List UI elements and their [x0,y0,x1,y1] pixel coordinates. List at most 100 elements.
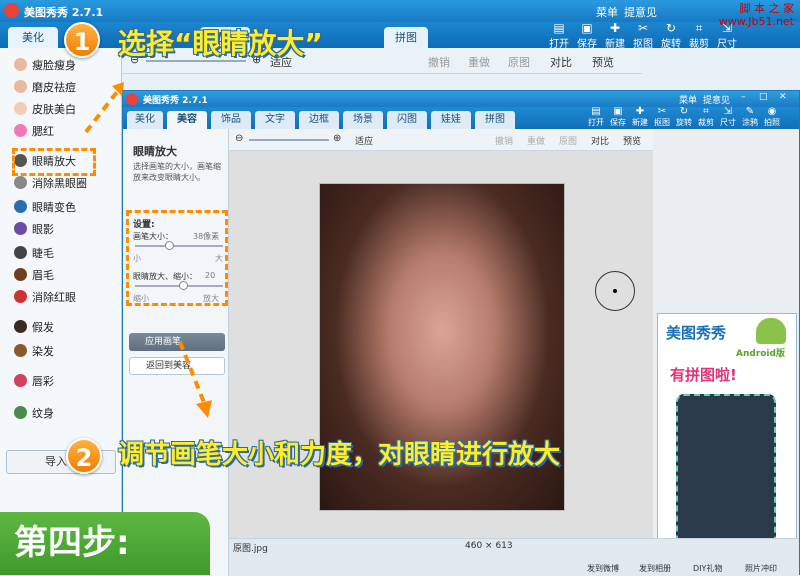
inner-compare-button[interactable]: 对比 [591,134,609,147]
outer-tab-collage[interactable]: 拼图 [384,27,428,48]
left-item-lashes[interactable]: 睫毛 [14,244,54,264]
eye-icon [14,176,27,189]
tab-doll[interactable]: 娃娃 [431,111,471,129]
outer-save-button[interactable]: ▣ 保存 [572,21,602,51]
eye-icon [14,200,27,213]
rotate-icon: ↻ [679,106,689,117]
diy-gift-button[interactable]: DIY礼物 [693,563,722,574]
outer-tab-beautify[interactable]: 美化 [8,27,58,48]
left-item-eyeshadow[interactable]: 眼影 [14,220,54,240]
inner-feedback[interactable]: 提意见 [703,93,730,106]
left-item-blush[interactable]: 腮红 [14,122,54,142]
left-item-brows[interactable]: 眉毛 [14,266,54,286]
step1-caption: 选择“眼睛放大” [118,27,323,60]
brow-icon [14,268,27,281]
rotate-icon: ↻ [665,21,677,35]
outer-title-bar: 美图秀秀 2.7.1 菜单 提意见 [0,0,800,22]
folder-icon: ▤ [591,106,601,117]
inner-save-button[interactable]: ▣ 保存 [607,107,629,128]
image-dimensions: 460 × 613 [465,541,513,551]
app-logo-icon [4,3,19,18]
left-item-wig[interactable]: 假发 [14,318,54,338]
tab-collage[interactable]: 拼图 [475,111,515,129]
close-icon[interactable]: ✕ [779,92,787,102]
outer-rotate-button[interactable]: ↻ 旋转 [656,21,686,51]
eye-icon [14,222,27,235]
tab-flash[interactable]: 闪图 [387,111,427,129]
inner-edit-toolbar: ⊖ ⊕ 适应 撤销 重做 原图 对比 预览 [229,129,653,151]
left-item-tattoo[interactable]: 纹身 [14,404,54,424]
step2-number: 2 [66,438,102,474]
image-canvas[interactable] [229,151,653,576]
outer-open-button[interactable]: ▤ 打开 [544,21,574,51]
inner-rotate-button[interactable]: ↻ 旋转 [673,107,695,128]
outer-redo-button[interactable]: 重做 [468,54,490,70]
outer-compare-button[interactable]: 对比 [550,54,572,70]
save-icon: ▣ [581,21,593,35]
inner-size-button[interactable]: ⇲ 尺寸 [717,107,739,128]
status-bar: 原图.jpg 460 × 613 发到微博 发到相册 DIY礼物 照片冲印 [229,538,799,576]
android-ad-banner[interactable]: 美图秀秀 Android版 有拼图啦! [657,313,797,575]
lash-icon [14,246,27,259]
share-album-button[interactable]: 发到相册 [639,563,671,574]
zoom-in-icon[interactable]: ⊕ [333,133,341,144]
tab-text[interactable]: 文字 [255,111,295,129]
inner-zoom-slider[interactable] [249,139,329,141]
outer-undo-button[interactable]: 撤销 [428,54,450,70]
brush-icon: ✎ [745,106,755,117]
inner-photo-button[interactable]: ◉ 拍照 [761,107,783,128]
inner-undo-button[interactable]: 撤销 [495,134,513,147]
face-icon [14,80,27,93]
tab-border[interactable]: 边框 [299,111,339,129]
outer-feedback[interactable]: 提意见 [624,4,657,20]
inner-redo-button[interactable]: 重做 [527,134,545,147]
ad-title: 美图秀秀 [666,324,727,342]
outer-original-button[interactable]: 原图 [508,54,530,70]
guide-arrows [84,82,212,418]
inner-doodle-button[interactable]: ✎ 涂鸦 [739,107,761,128]
new-icon: ✚ [635,106,645,117]
inner-original-button[interactable]: 原图 [559,134,577,147]
face-icon [14,102,27,115]
inner-menu[interactable]: 菜单 [679,93,697,106]
wig-icon [14,320,27,333]
inner-open-button[interactable]: ▤ 打开 [585,107,607,128]
eye-icon [14,290,27,303]
brush-cursor-icon [595,271,635,311]
lip-icon [14,374,27,387]
hair-icon [14,344,27,357]
outer-preview-button[interactable]: 预览 [592,54,614,70]
inner-preview-button[interactable]: 预览 [623,134,641,147]
face-icon [14,58,27,71]
resize-icon: ⇲ [723,106,733,117]
step4-badge: 第四步: [0,512,210,575]
crop-icon: ⌗ [703,106,709,117]
camera-icon: ◉ [767,106,777,117]
left-item-lip[interactable]: 唇彩 [14,372,54,392]
inner-cutout-button[interactable]: ✂ 抠图 [651,107,673,128]
filename-label: 原图.jpg [233,544,268,554]
inner-fit-button[interactable]: 适应 [355,134,373,147]
ad-tagline: 有拼图啦! [670,366,737,384]
scissors-icon: ✂ [637,21,649,35]
photo-print-button[interactable]: 照片冲印 [745,563,777,574]
tattoo-icon [14,406,27,419]
outer-crop-button[interactable]: ⌗ 裁剪 [684,22,714,51]
maximize-icon[interactable]: □ [759,92,768,102]
outer-new-button[interactable]: ✚ 新建 [600,21,630,51]
android-robot-icon [756,318,786,344]
ad-subtitle: Android版 [736,349,785,359]
left-item-hair-dye[interactable]: 染发 [14,342,54,362]
outer-app-title: 美图秀秀 2.7.1 [24,6,104,19]
tab-scene[interactable]: 场景 [343,111,383,129]
blush-icon [14,124,27,137]
inner-crop-button[interactable]: ⌗ 裁剪 [695,107,717,128]
new-icon: ✚ [609,21,621,35]
outer-menu[interactable]: 菜单 [596,4,618,20]
inner-new-button[interactable]: ✚ 新建 [629,107,651,128]
folder-icon: ▤ [553,21,565,35]
share-weibo-button[interactable]: 发到微博 [587,563,619,574]
step2-caption: 调节画笔大小和力度，对眼睛进行放大 [118,440,561,470]
minimize-icon[interactable]: – [741,92,746,102]
outer-cutout-button[interactable]: ✂ 抠图 [628,21,658,51]
